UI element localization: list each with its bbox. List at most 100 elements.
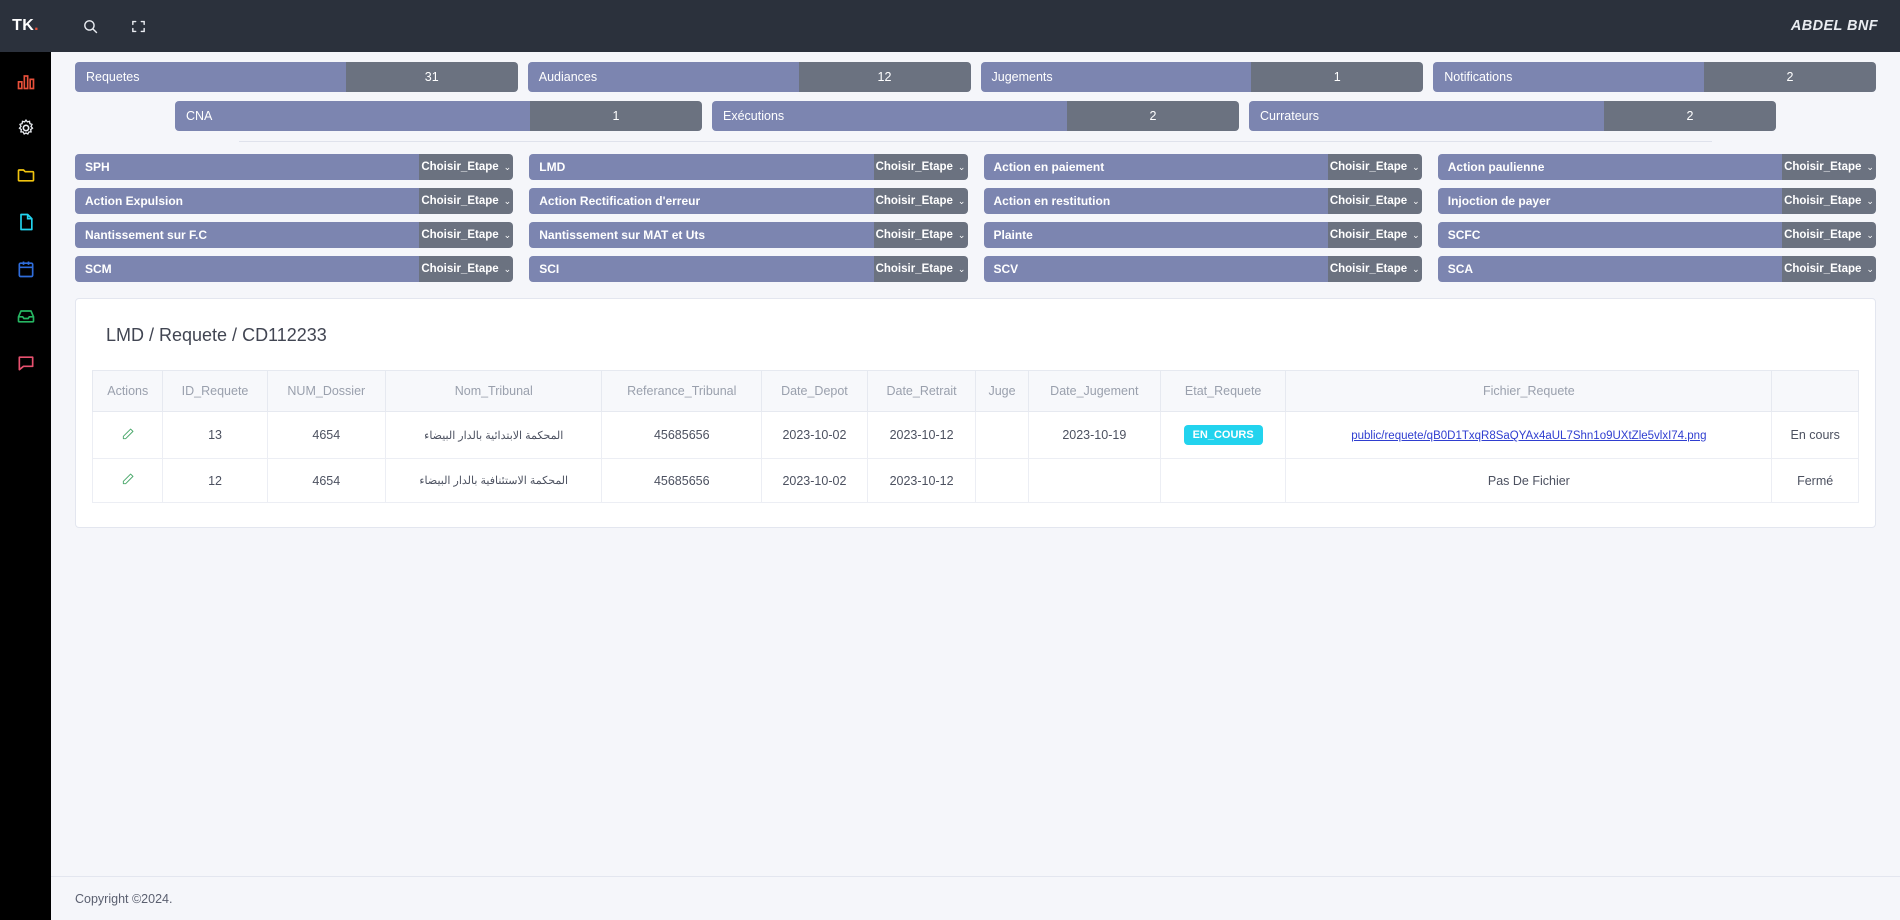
- stat-card-audiances[interactable]: Audiances 12: [527, 62, 971, 92]
- inbox-icon: [17, 310, 34, 323]
- top-bar: ABDEL BNF: [51, 0, 1900, 52]
- stat-card-cna[interactable]: CNA 1: [175, 101, 702, 131]
- stat-value: 31: [345, 62, 518, 92]
- etape-card: Nantissement sur F.C Choisir_Etape ⌄: [75, 222, 514, 248]
- cell-statut: En cours: [1771, 411, 1859, 459]
- document-icon: [19, 213, 33, 231]
- etape-select[interactable]: Choisir_Etape ⌄: [1327, 222, 1422, 248]
- stat-value: 2: [1067, 101, 1239, 131]
- sidebar-item-messages[interactable]: [13, 350, 39, 376]
- etape-select-label: Choisir_Etape: [1329, 161, 1408, 173]
- etape-select[interactable]: Choisir_Etape ⌄: [873, 256, 968, 282]
- cell-id-requete: 13: [162, 411, 268, 459]
- stat-card-notifications[interactable]: Notifications 2: [1433, 62, 1876, 92]
- stat-card-requetes[interactable]: Requetes 31: [75, 62, 518, 92]
- etape-card: SCV Choisir_Etape ⌄: [983, 256, 1422, 282]
- stat-label: CNA: [175, 101, 530, 131]
- sidebar-item-settings[interactable]: [13, 115, 39, 141]
- requete-panel: LMD / Requete / CD112233 Actions ID_Reque…: [75, 298, 1876, 528]
- etape-label: Action en restitution: [983, 188, 1328, 214]
- etape-select[interactable]: Choisir_Etape ⌄: [1782, 222, 1876, 248]
- stat-card-jugements[interactable]: Jugements 1: [980, 62, 1424, 92]
- sidebar-item-documents[interactable]: [13, 209, 39, 235]
- etape-card: Action Expulsion Choisir_Etape ⌄: [75, 188, 514, 214]
- etape-card: Plainte Choisir_Etape ⌄: [983, 222, 1422, 248]
- table-head: Actions ID_Requete NUM_Dossier Nom_Tribunal…: [91, 370, 1859, 412]
- chevron-down-icon: ⌄: [1866, 229, 1874, 240]
- etape-select-label: Choisir_Etape: [421, 195, 499, 207]
- etape-label: SCM: [75, 256, 420, 282]
- sidebar-item-chart[interactable]: [13, 68, 39, 94]
- edit-pencil-icon[interactable]: [121, 472, 135, 486]
- etape-card: Injoction de payer Choisir_Etape ⌄: [1437, 188, 1876, 214]
- etape-select[interactable]: Choisir_Etape ⌄: [1782, 188, 1876, 214]
- folder-icon: [17, 169, 34, 182]
- etape-select[interactable]: Choisir_Etape ⌄: [1782, 256, 1876, 282]
- chat-icon: [18, 356, 34, 371]
- column-header: [1771, 370, 1859, 412]
- cell-nom-tribunal: المحكمة الابتدائية بالدار البيضاء: [385, 411, 603, 459]
- stat-label: Jugements: [980, 62, 1252, 92]
- etape-card: Action paulienne Choisir_Etape ⌄: [1437, 154, 1876, 180]
- cell-fichier-requete: Pas De Fichier: [1285, 458, 1773, 503]
- etape-select-label: Choisir_Etape: [421, 263, 499, 275]
- etape-select[interactable]: Choisir_Etape ⌄: [1327, 256, 1422, 282]
- etape-select[interactable]: Choisir_Etape ⌄: [419, 256, 514, 282]
- cell-etat-requete: [1159, 458, 1287, 503]
- table-body: 13 4654 المحكمة الابتدائية بالدار البيضاء 4…: [91, 411, 1859, 503]
- cell-nom-tribunal: المحكمة الاستئنافية بالدار البيضاء: [385, 458, 603, 503]
- stat-label: Requetes: [75, 62, 346, 92]
- chevron-down-icon: ⌄: [503, 229, 512, 240]
- stat-card-executions[interactable]: Exécutions 2: [712, 101, 1239, 131]
- stats-row-primary: Requetes 31 Audiances 12 Jugements 1 Not…: [75, 62, 1876, 92]
- etape-select-label: Choisir_Etape: [1784, 229, 1862, 241]
- chart-icon: [17, 75, 34, 90]
- cell-juge: [975, 458, 1029, 503]
- fullscreen-button[interactable]: [127, 15, 149, 37]
- etape-label: Action paulienne: [1437, 154, 1782, 180]
- sidebar-item-folder[interactable]: [13, 162, 39, 188]
- search-button[interactable]: [79, 15, 101, 37]
- etape-select[interactable]: Choisir_Etape ⌄: [873, 222, 968, 248]
- stat-card-currateurs[interactable]: Currateurs 2: [1249, 101, 1776, 131]
- etape-select[interactable]: Choisir_Etape ⌄: [419, 154, 514, 180]
- main-area: ABDEL BNF Requetes 31 Audiances 12 Jugem…: [51, 0, 1900, 920]
- etape-select-label: Choisir_Etape: [1329, 263, 1408, 275]
- etape-label: Action Expulsion: [75, 188, 420, 214]
- column-header: Date_Retrait: [866, 370, 977, 412]
- chevron-down-icon: ⌄: [1866, 195, 1874, 206]
- etape-select[interactable]: Choisir_Etape ⌄: [1327, 154, 1422, 180]
- user-name[interactable]: ABDEL BNF: [1791, 18, 1878, 34]
- etape-select[interactable]: Choisir_Etape ⌄: [419, 222, 514, 248]
- column-header: Fichier_Requete: [1285, 370, 1773, 412]
- etape-select[interactable]: Choisir_Etape ⌄: [873, 188, 968, 214]
- edit-pencil-icon[interactable]: [121, 427, 135, 441]
- etape-select[interactable]: Choisir_Etape ⌄: [419, 188, 514, 214]
- page-content: Requetes 31 Audiances 12 Jugements 1 Not…: [51, 52, 1900, 876]
- no-file-label: Pas De Fichier: [1487, 473, 1570, 488]
- sidebar: TK.: [0, 0, 51, 920]
- etape-card: SPH Choisir_Etape ⌄: [75, 154, 514, 180]
- cell-fichier-requete: public/requete/qB0D1TxqR8SaQYAx4aUL7Shn1…: [1285, 411, 1773, 459]
- etape-select[interactable]: Choisir_Etape ⌄: [873, 154, 968, 180]
- etape-label: SCI: [529, 256, 874, 282]
- etape-label: Action Rectification d'erreur: [529, 188, 874, 214]
- brand-logo[interactable]: TK.: [0, 0, 51, 52]
- chevron-down-icon: ⌄: [957, 263, 966, 274]
- etape-select[interactable]: Choisir_Etape ⌄: [1327, 188, 1422, 214]
- chevron-down-icon: ⌄: [503, 161, 512, 172]
- etape-select-label: Choisir_Etape: [1784, 161, 1862, 173]
- cell-actions: [91, 458, 164, 503]
- cell-id-requete: 12: [162, 458, 268, 503]
- sidebar-item-calendar[interactable]: [13, 256, 39, 282]
- etape-label: Plainte: [983, 222, 1328, 248]
- table-row: 12 4654 المحكمة الاستئنافية بالدار البيضاء…: [91, 458, 1859, 503]
- etape-label: Nantissement sur MAT et Uts: [529, 222, 874, 248]
- etape-select[interactable]: Choisir_Etape ⌄: [1782, 154, 1876, 180]
- etape-label: Nantissement sur F.C: [75, 222, 420, 248]
- file-link[interactable]: public/requete/qB0D1TxqR8SaQYAx4aUL7Shn1…: [1351, 430, 1706, 442]
- footer: Copyright ©2024.: [51, 876, 1900, 920]
- sidebar-item-inbox[interactable]: [13, 303, 39, 329]
- etape-label: LMD: [529, 154, 874, 180]
- etape-grid: SPH Choisir_Etape ⌄ LMD Choisir_Etape ⌄ Action…: [75, 154, 1876, 282]
